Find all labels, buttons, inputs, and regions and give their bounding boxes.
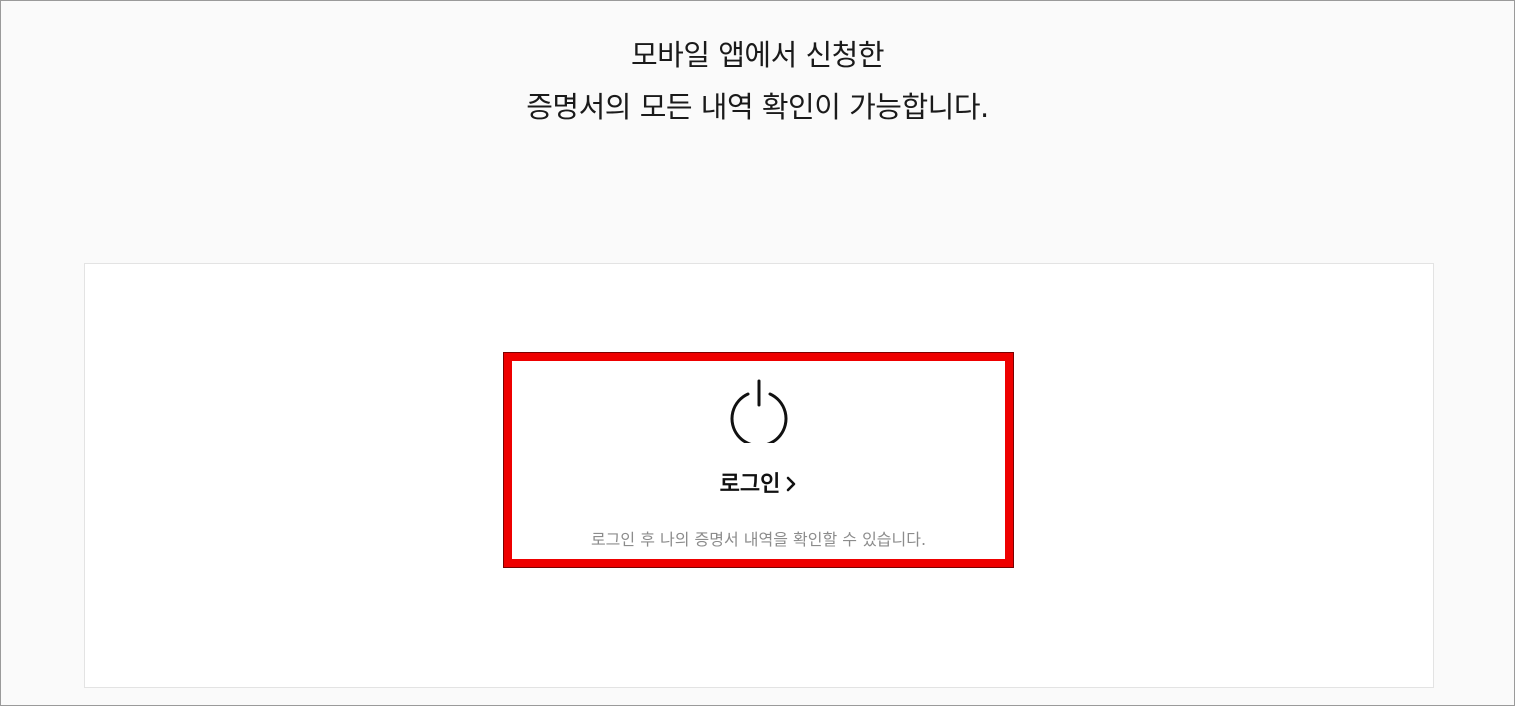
headline-line-1: 모바일 앱에서 신청한 [630, 38, 885, 72]
login-panel: 로그인 로그인 후 나의 증명서 내역을 확인할 수 있습니다. [84, 263, 1434, 688]
login-description: 로그인 후 나의 증명서 내역을 확인할 수 있습니다. [590, 530, 927, 549]
login-button[interactable]: 로그인 로그인 후 나의 증명서 내역을 확인할 수 있습니다. [512, 361, 1005, 559]
login-label-row: 로그인 [512, 469, 1005, 499]
page-headline: 모바일 앱에서 신청한 증명서의 모든 내역 확인이 가능합니다. [1, 29, 1514, 133]
headline-line-2: 증명서의 모든 내역 확인이 가능합니다. [526, 90, 989, 124]
page-frame: 모바일 앱에서 신청한 증명서의 모든 내역 확인이 가능합니다. 로그인 로그… [0, 0, 1515, 706]
chevron-right-icon [785, 470, 797, 492]
login-highlight-box: 로그인 로그인 후 나의 증명서 내역을 확인할 수 있습니다. [503, 352, 1014, 568]
power-icon [727, 379, 791, 448]
login-label: 로그인 [719, 471, 781, 497]
